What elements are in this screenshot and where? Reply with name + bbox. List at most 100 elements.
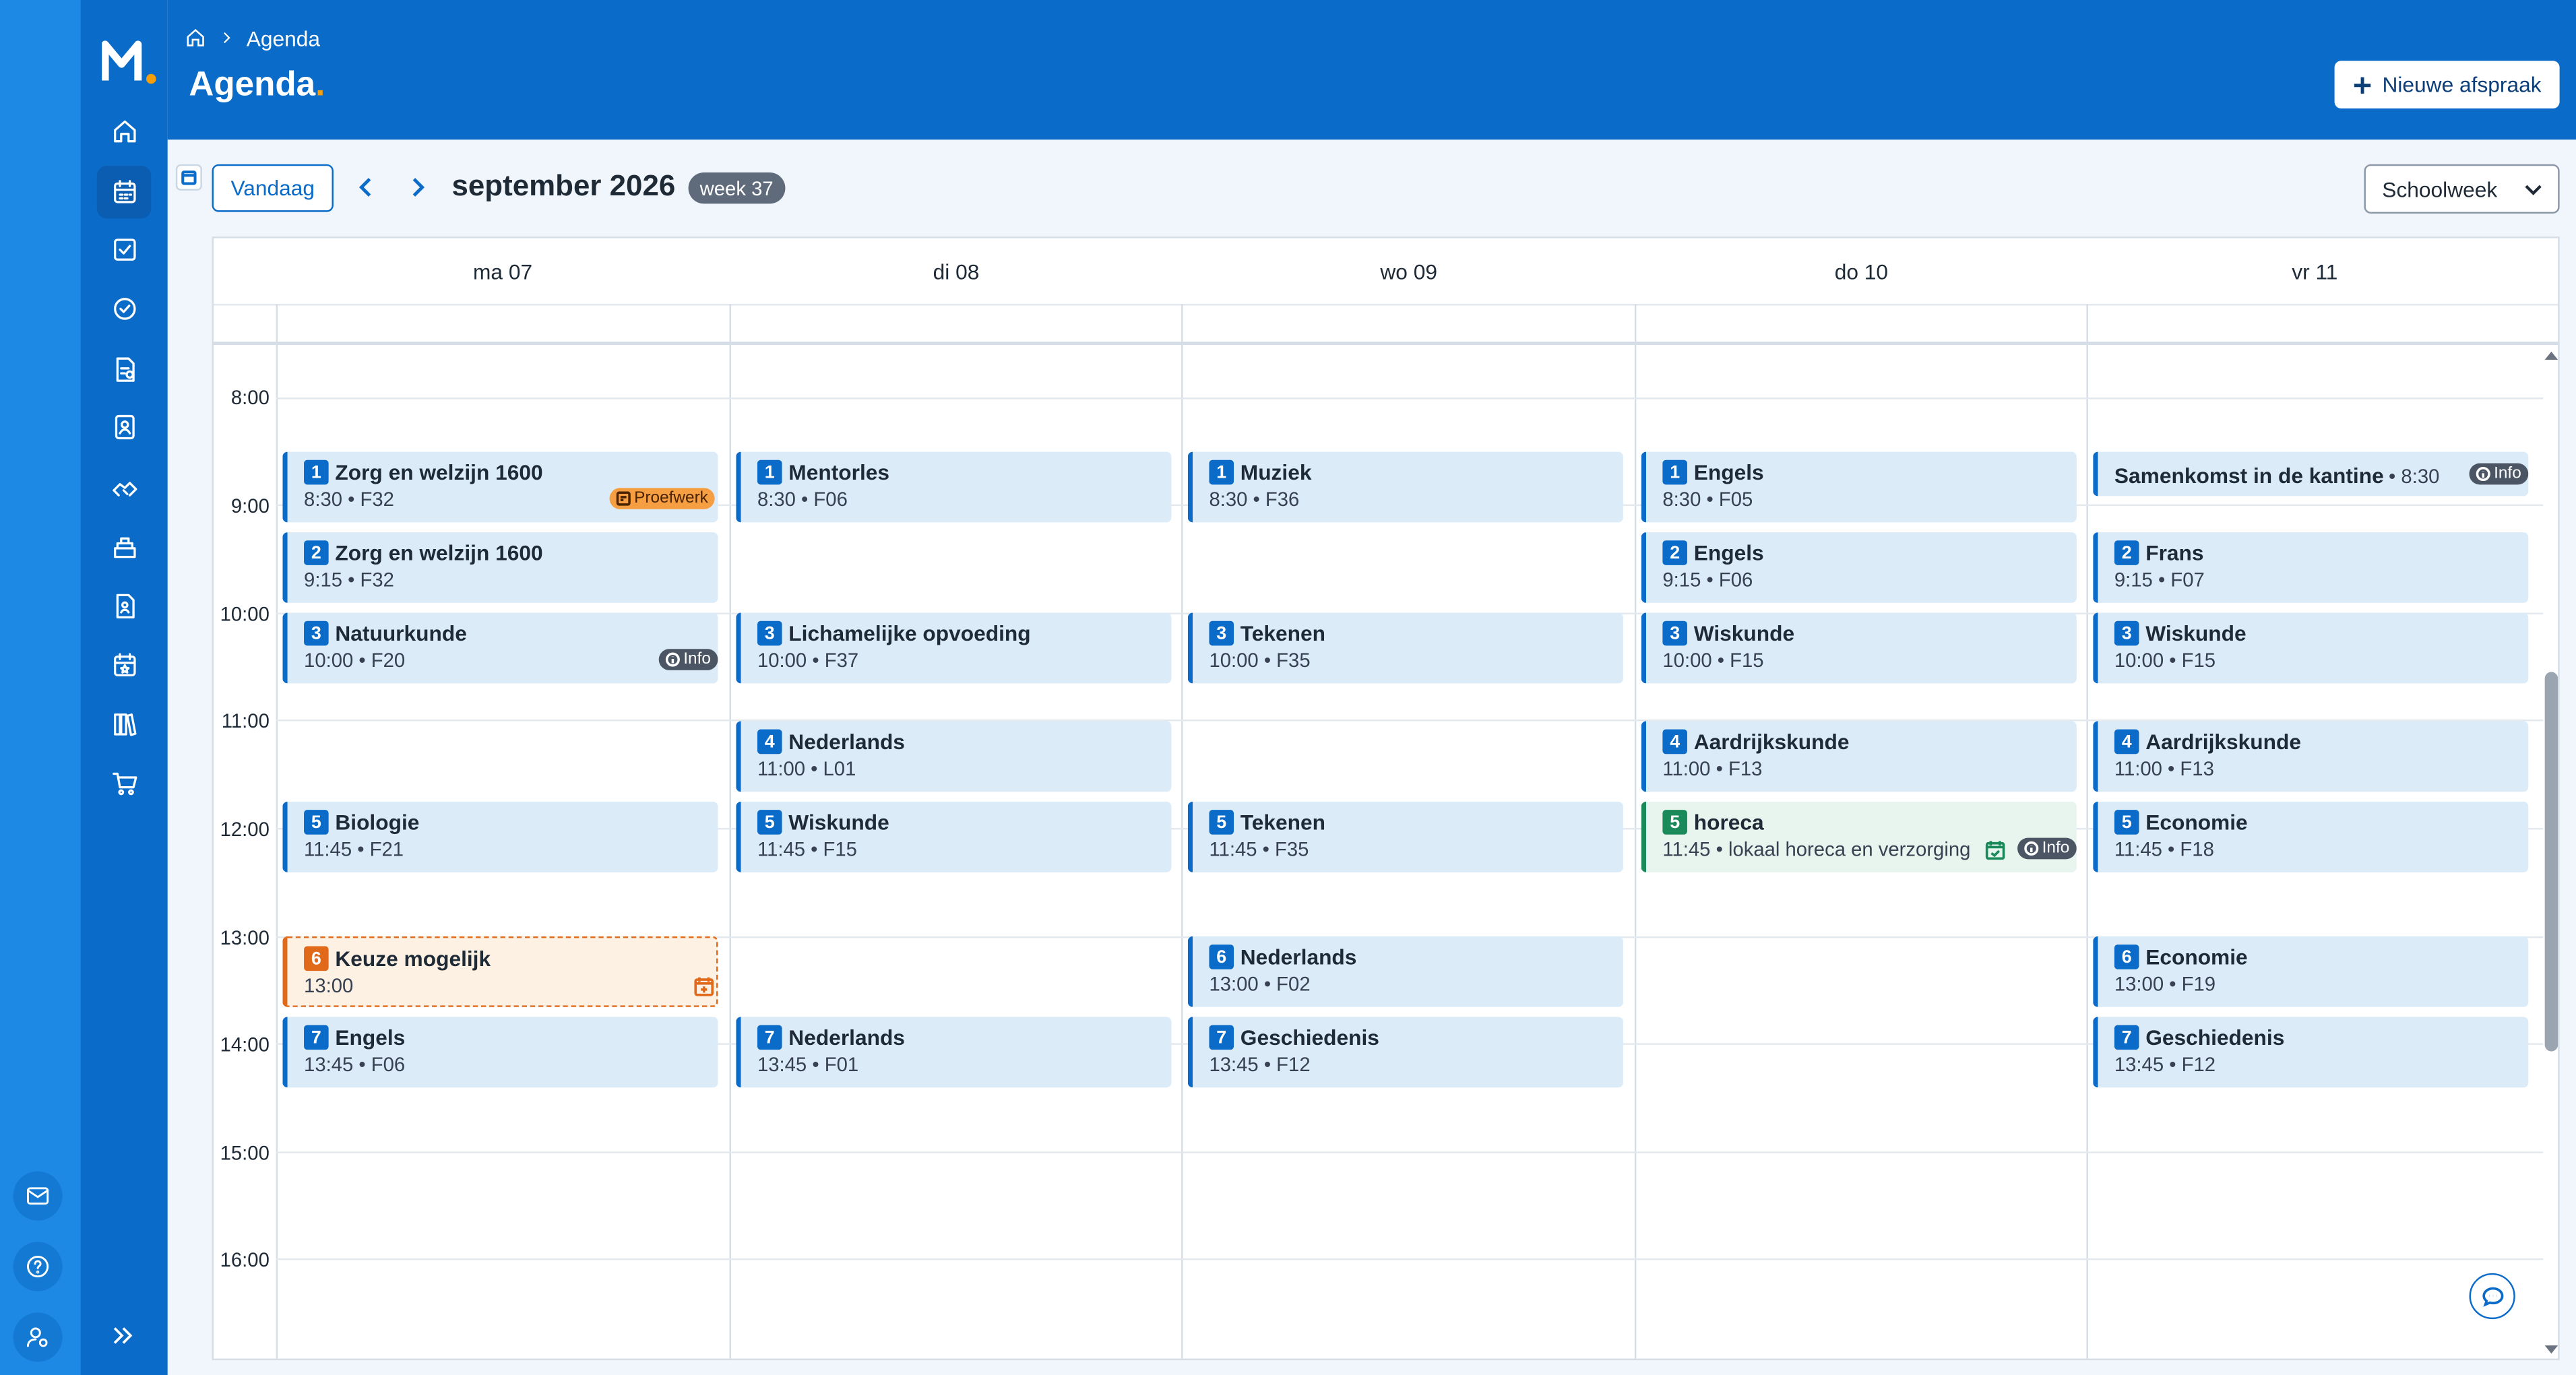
account-settings-button[interactable]	[13, 1312, 63, 1362]
home-icon[interactable]	[184, 26, 207, 49]
lesson-card[interactable]: 1 Mentorles 8:30 • F06	[736, 451, 1172, 523]
mini-calendar-toggle[interactable]	[175, 164, 202, 191]
new-appointment-button[interactable]: Nieuwe afspraak	[2334, 61, 2560, 108]
scroll-up-icon[interactable]	[2543, 348, 2559, 362]
lesson-card[interactable]: 7 Nederlands 13:45 • F01	[736, 1017, 1172, 1088]
lesson-card[interactable]: 3 Wiskunde 10:00 • F15	[1641, 612, 2077, 684]
checklist-icon	[113, 238, 135, 261]
lesson-card[interactable]: 5 horeca 11:45 • lokaal horeca en verzorg…	[1641, 801, 2077, 872]
sidebar-item-home[interactable]	[97, 105, 151, 158]
divider	[1181, 304, 1183, 1359]
page-header	[167, 0, 2576, 140]
id-card-icon	[114, 414, 134, 440]
scrollbar-thumb[interactable]	[2544, 672, 2558, 1052]
test-icon	[616, 491, 631, 506]
test-badge: Proefwerk	[609, 488, 715, 509]
lesson-card[interactable]: 4 Aardrijkskunde 11:00 • F13	[2093, 721, 2529, 792]
document-grade-icon	[115, 357, 134, 382]
sidebar-item-agenda[interactable]	[96, 166, 152, 219]
sidebar-item-studyguides[interactable]	[97, 521, 151, 573]
sidebar-item-students[interactable]	[97, 401, 151, 453]
day-header-ma: ma 07	[472, 259, 533, 284]
current-month: september 2026	[451, 169, 676, 202]
hour-label: 12:00	[220, 818, 270, 841]
hour-label: 11:00	[221, 709, 270, 733]
sidebar-item-grades[interactable]	[97, 344, 151, 396]
chevron-right-icon	[224, 32, 230, 44]
scroll-down-icon[interactable]	[2543, 1344, 2559, 1357]
chevron-down-icon	[2525, 185, 2542, 195]
sidebar-item-shop[interactable]	[97, 757, 151, 810]
hour-label: 15:00	[220, 1141, 270, 1165]
info-icon	[2476, 466, 2490, 482]
appointment-card[interactable]: Samenkomst in de kantine • 8:30 Info	[2093, 451, 2529, 497]
sidebar-item-activities[interactable]	[97, 639, 151, 692]
mail-button[interactable]	[13, 1171, 63, 1221]
lesson-card[interactable]: 1 Engels 8:30 • F05	[1641, 451, 2077, 523]
help-button[interactable]	[13, 1242, 63, 1291]
lesson-card[interactable]: 6 Economie 13:00 • F19	[2093, 936, 2529, 1007]
chevron-right-icon	[412, 178, 425, 197]
mail-icon	[26, 1187, 49, 1205]
lesson-card[interactable]: 3 Natuurkunde 10:00 • F20 Info	[282, 612, 718, 684]
expand-sidebar-button[interactable]	[108, 1321, 142, 1354]
divider	[276, 304, 278, 1359]
hour-line	[276, 397, 2544, 399]
chevrons-right-icon	[113, 1327, 133, 1344]
chat-button[interactable]	[2469, 1273, 2515, 1320]
day-header-di: di 08	[933, 259, 980, 284]
previous-week-button[interactable]	[353, 174, 383, 203]
calendar-star-icon	[113, 653, 135, 676]
lesson-card[interactable]: 4 Aardrijkskunde 11:00 • F13	[1641, 721, 2077, 792]
lesson-card[interactable]: 2 Zorg en welzijn 1600 9:15 • F32	[282, 532, 718, 603]
lesson-card[interactable]: 5 Wiskunde 11:45 • F15	[736, 801, 1172, 872]
sidebar-item-absence[interactable]	[97, 282, 151, 335]
lesson-card[interactable]: 3 Lichamelijke opvoeding 10:00 • F37	[736, 612, 1172, 684]
lesson-card[interactable]: 7 Geschiedenis 13:45 • F12	[1187, 1017, 1623, 1088]
week-calendar: ma 07 di 08 wo 09 do 10 vr 11 8:00 9:00 …	[212, 236, 2560, 1361]
lesson-card[interactable]: 7 Engels 13:45 • F06	[282, 1017, 718, 1088]
handshake-icon	[111, 482, 137, 497]
info-badge: Info	[2017, 837, 2077, 860]
lesson-card[interactable]: 1 Zorg en welzijn 1600 8:30 • F32 Proefwe…	[282, 451, 718, 523]
lesson-card[interactable]: 4 Nederlands 11:00 • L01	[736, 721, 1172, 792]
info-icon	[2024, 841, 2039, 856]
lesson-card[interactable]: 5 Economie 11:45 • F18	[2093, 801, 2529, 872]
lesson-card[interactable]: 7 Geschiedenis 13:45 • F12	[2093, 1017, 2529, 1088]
lesson-card[interactable]: 2 Frans 9:15 • F07	[2093, 532, 2529, 603]
choice-lesson-card[interactable]: 6 Keuze mogelijk 13:00	[282, 936, 718, 1007]
person-document-icon	[115, 594, 134, 618]
lesson-card[interactable]: 3 Wiskunde 10:00 • F15	[2093, 612, 2529, 684]
lesson-card[interactable]: 3 Tekenen 10:00 • F35	[1187, 612, 1623, 684]
hour-label: 9:00	[230, 494, 270, 518]
info-badge: Info	[2469, 463, 2528, 485]
hour-line	[276, 1258, 2544, 1260]
calendar-icon	[113, 180, 135, 203]
logo[interactable]	[101, 40, 158, 86]
hour-label: 13:00	[220, 926, 270, 950]
day-header-vr: vr 11	[2292, 259, 2338, 284]
divider	[1634, 304, 1637, 1359]
lesson-card[interactable]: 5 Biologie 11:45 • F21	[282, 801, 718, 872]
cart-icon	[111, 772, 137, 796]
books-icon	[113, 713, 136, 736]
calendar-check-icon	[1984, 839, 2006, 861]
lesson-card[interactable]: 1 Muziek 8:30 • F36	[1187, 451, 1623, 523]
sidebar-item-tasks[interactable]	[97, 224, 151, 276]
home-icon	[113, 120, 135, 143]
view-select[interactable]: Schoolweek	[2364, 164, 2560, 214]
today-button[interactable]: Vandaag	[212, 164, 334, 212]
sidebar-item-guidance[interactable]	[97, 461, 151, 514]
sidebar-item-materials[interactable]	[97, 698, 151, 750]
lesson-card[interactable]: 2 Engels 9:15 • F06	[1641, 532, 2077, 603]
sidebar-item-portfolio[interactable]	[97, 580, 151, 633]
plus-icon	[2354, 76, 2371, 93]
next-week-button[interactable]	[404, 174, 434, 203]
chevron-left-icon	[358, 178, 371, 197]
lesson-card[interactable]: 6 Nederlands 13:00 • F02	[1187, 936, 1623, 1007]
hour-label: 8:00	[230, 386, 270, 410]
hour-label: 14:00	[220, 1033, 270, 1056]
lesson-card[interactable]: 5 Tekenen 11:45 • F35	[1187, 801, 1623, 872]
calendar-add-icon[interactable]	[693, 976, 715, 997]
divider	[2086, 304, 2088, 1359]
